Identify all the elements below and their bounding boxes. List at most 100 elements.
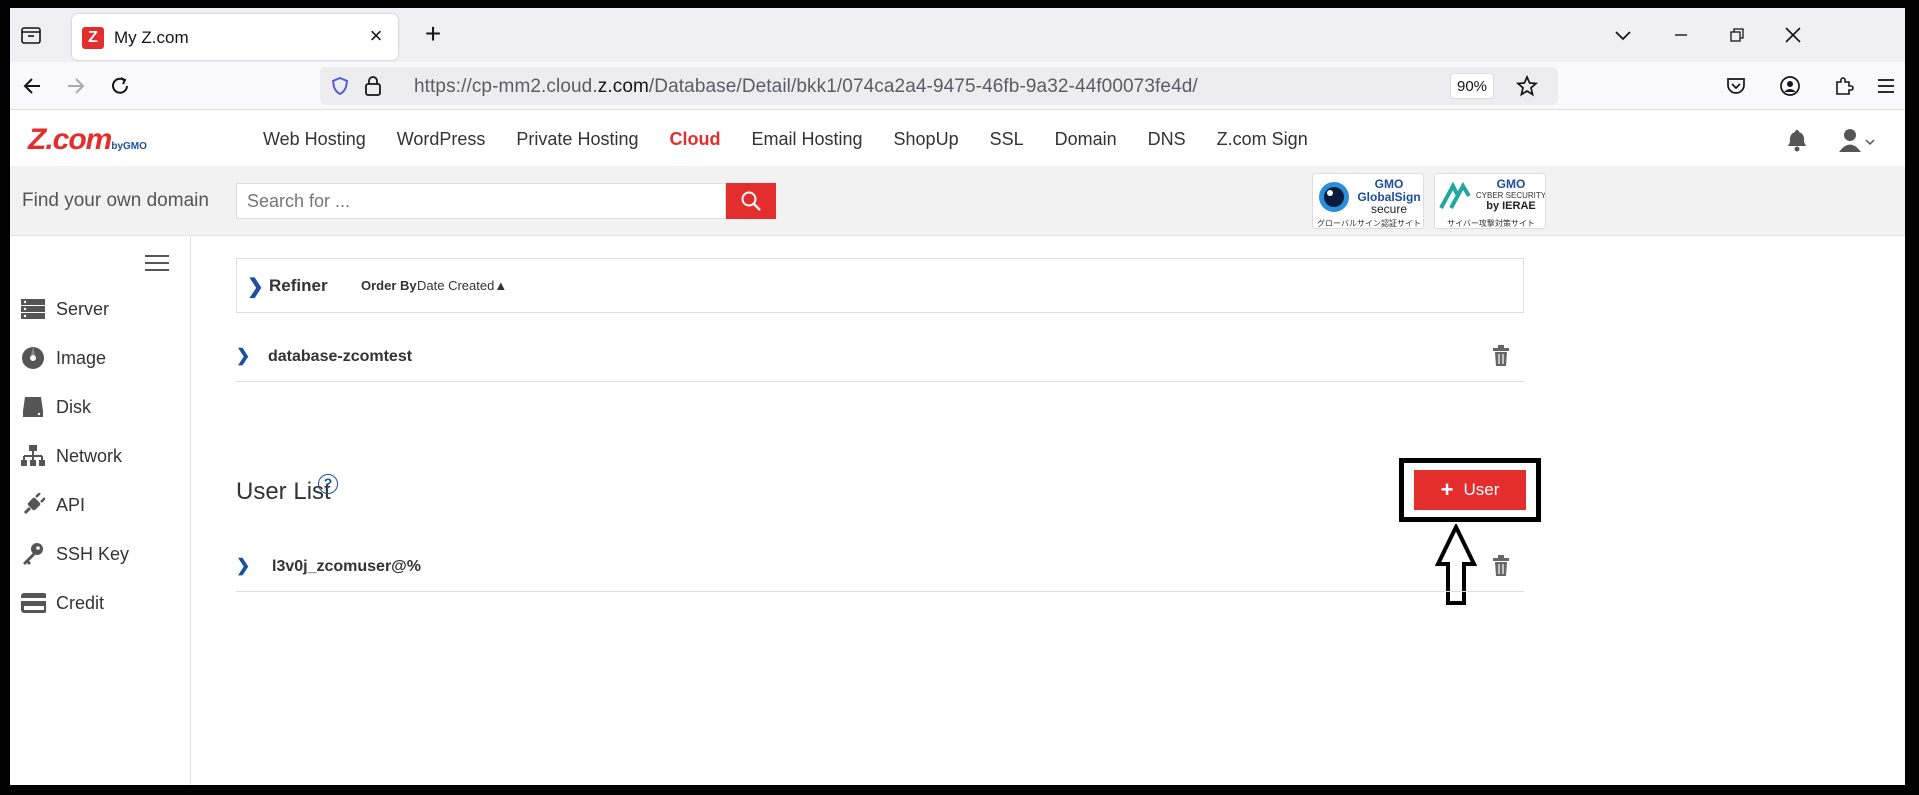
user-row[interactable]: ❯ l3v0j_zcomuser@% [236, 544, 1524, 592]
extensions-icon[interactable] [1830, 72, 1858, 100]
image-disc-icon [20, 345, 46, 371]
nav-ssl[interactable]: SSL [990, 129, 1024, 150]
tab-title: My Z.com [114, 28, 189, 47]
sidebar-item-network[interactable]: Network [20, 440, 122, 472]
user-list-title: User List [236, 478, 331, 505]
globalsign-eye-icon [1319, 182, 1349, 212]
ierae-logo-icon [1439, 182, 1471, 209]
user-menu-icon[interactable] [1836, 127, 1876, 153]
url-domain: z.com [597, 76, 649, 97]
ierae-seal[interactable]: GMO CYBER SECURITY by IERAE サイバー攻撃対策サイト [1434, 173, 1546, 229]
sidebar-item-image[interactable]: Image [20, 342, 106, 374]
lock-icon[interactable] [364, 75, 382, 102]
sidebar-item-server[interactable]: Server [20, 293, 109, 325]
logo-text: Z.com [28, 123, 112, 156]
nav-private-hosting[interactable]: Private Hosting [516, 129, 638, 150]
disk-icon [20, 394, 46, 420]
server-icon [20, 296, 46, 322]
sidebar-item-api[interactable]: API [20, 489, 85, 521]
help-question-icon[interactable]: ? [318, 474, 338, 494]
minimize-icon[interactable] [1666, 20, 1696, 50]
sidebar-item-disk[interactable]: Disk [20, 391, 91, 423]
ierae-by: by IERAE [1486, 200, 1536, 212]
hamburger-menu-icon[interactable] [145, 255, 169, 271]
tab-overflow-chevron-icon[interactable] [1608, 20, 1638, 50]
order-by-label: Order By [361, 278, 417, 293]
plus-icon: + [1440, 477, 1454, 502]
key-icon [20, 541, 46, 567]
add-user-button[interactable]: + User [1414, 470, 1526, 510]
app-menu-icon[interactable] [1872, 72, 1900, 100]
sidebar-item-label: Network [56, 445, 123, 466]
active-tab[interactable]: Z My Z.com × [72, 14, 398, 60]
nav-email-hosting[interactable]: Email Hosting [751, 129, 862, 150]
network-icon [20, 443, 46, 469]
nav-zcom-sign[interactable]: Z.com Sign [1217, 129, 1308, 150]
database-row[interactable]: ❯ database-zcomtest [236, 334, 1524, 382]
credit-card-icon [20, 590, 46, 616]
sidebar-item-label: Credit [56, 592, 105, 613]
ierae-jp-caption: サイバー攻撃対策サイト [1447, 219, 1535, 228]
account-icon[interactable] [1776, 72, 1804, 100]
refiner-panel[interactable]: ❯ Refiner Order By Date Created▲ [236, 258, 1524, 313]
nav-web-hosting[interactable]: Web Hosting [263, 129, 366, 150]
api-plug-icon [20, 492, 46, 518]
nav-domain[interactable]: Domain [1055, 129, 1117, 150]
sidebar: Server Image Disk Network API SSH Key Cr… [10, 237, 191, 785]
sidebar-item-ssh-key[interactable]: SSH Key [20, 538, 129, 570]
nav-shopup[interactable]: ShopUp [894, 129, 959, 150]
database-name[interactable]: database-zcomtest [268, 348, 412, 366]
ierae-cyber: CYBER SECURITY [1475, 191, 1546, 200]
order-by-value[interactable]: Date Created▲ [417, 278, 507, 293]
user-name[interactable]: l3v0j_zcomuser@% [272, 558, 421, 576]
add-user-label: User [1463, 480, 1500, 499]
restore-icon[interactable] [1722, 20, 1752, 50]
zcom-logo[interactable]: Z.combyGMO [28, 123, 147, 157]
url-bar[interactable]: https://cp-mm2.cloud.z.com/Database/Deta… [320, 67, 1558, 105]
browser-window: Z My Z.com × + https://cp-mm2.cloud.z.co… [10, 8, 1905, 785]
refiner-label[interactable]: Refiner [269, 276, 328, 296]
notification-bell-icon[interactable] [1786, 127, 1808, 153]
sidebar-item-label: Image [56, 347, 107, 368]
back-icon[interactable] [18, 72, 46, 100]
tracking-shield-icon[interactable] [330, 76, 350, 101]
globalsign-gmo: GMO [1374, 177, 1404, 191]
globalsign-secure: secure [1370, 202, 1408, 216]
site-header: Z.combyGMO Web Hosting WordPress Private… [10, 111, 1905, 166]
pocket-icon[interactable] [1722, 72, 1750, 100]
nav-wordpress[interactable]: WordPress [397, 129, 486, 150]
tab-list-icon[interactable] [18, 22, 44, 48]
domain-search-input[interactable] [236, 183, 726, 219]
domain-search-band: Find your own domain GMO GlobalSign secu… [10, 166, 1905, 236]
sidebar-item-credit[interactable]: Credit [20, 587, 104, 619]
ierae-gmo: GMO [1496, 177, 1526, 191]
url-prefix: https://cp-mm2.cloud. [414, 76, 598, 97]
zcom-favicon-icon: Z [82, 27, 104, 49]
browser-navbar: https://cp-mm2.cloud.z.com/Database/Deta… [10, 62, 1905, 110]
user-expand-chevron-icon[interactable]: ❯ [236, 556, 250, 576]
refiner-chevron-icon[interactable]: ❯ [247, 274, 264, 299]
reload-icon[interactable] [106, 72, 134, 100]
database-expand-chevron-icon[interactable]: ❯ [236, 346, 250, 366]
nav-cloud[interactable]: Cloud [669, 129, 720, 150]
tab-strip: Z My Z.com × + [10, 8, 1905, 62]
close-tab-icon[interactable]: × [364, 24, 388, 48]
delete-database-trash-icon[interactable] [1492, 345, 1510, 372]
domain-search-label: Find your own domain [22, 190, 209, 211]
sidebar-item-label: SSH Key [56, 543, 130, 564]
zoom-level-badge[interactable]: 90% [1450, 73, 1494, 99]
bookmark-star-icon[interactable] [1515, 74, 1539, 102]
forward-icon[interactable] [62, 72, 90, 100]
delete-user-trash-icon[interactable] [1492, 555, 1510, 582]
domain-search-button[interactable] [726, 183, 776, 219]
new-tab-icon[interactable]: + [420, 20, 446, 48]
close-window-icon[interactable] [1778, 20, 1808, 50]
url-text[interactable]: https://cp-mm2.cloud.z.com/Database/Deta… [414, 76, 1198, 98]
nav-dns[interactable]: DNS [1148, 129, 1186, 150]
url-path: /Database/Detail/bkk1/074ca2a4-9475-46fb… [648, 76, 1198, 97]
sidebar-item-label: Server [56, 298, 110, 319]
search-icon [741, 191, 761, 211]
globalsign-jp-caption: グローバルサイン認証サイト [1317, 219, 1421, 228]
globalsign-seal[interactable]: GMO GlobalSign secure グローバルサイン認証サイト [1312, 173, 1424, 229]
sidebar-item-label: Disk [56, 396, 91, 417]
